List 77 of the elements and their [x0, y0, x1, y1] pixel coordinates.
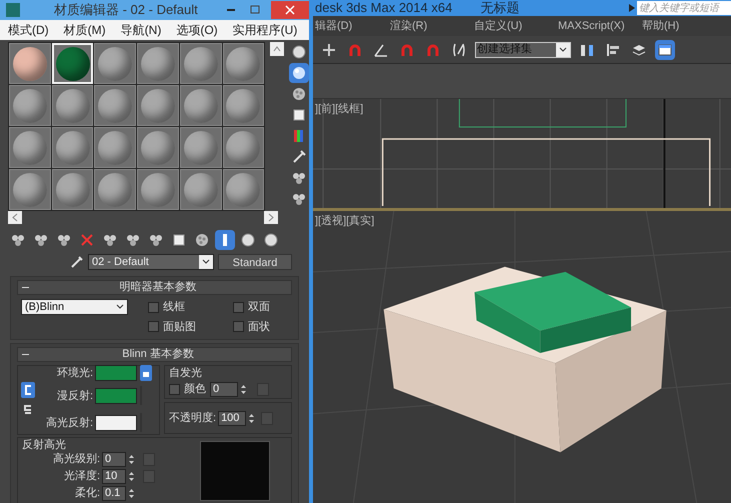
spinner-arrows-icon[interactable] — [240, 382, 247, 396]
spinner-arrows-icon[interactable] — [248, 412, 256, 424]
menu-item[interactable]: MAXScript(X) — [558, 18, 642, 34]
front-viewport[interactable]: ][前][线框] — [313, 99, 731, 211]
checkbox[interactable] — [232, 302, 244, 313]
close-button[interactable] — [271, 1, 309, 19]
number-field[interactable]: 100 — [218, 410, 246, 426]
maximize-icon[interactable] — [249, 4, 261, 16]
number-field[interactable]: 0.1 — [102, 486, 126, 501]
checkbox-label: 颜色 — [184, 382, 206, 397]
menu-item[interactable]: 模式(D) — [8, 21, 49, 39]
color-label: 环境光: — [56, 366, 93, 381]
scroll-up-icon[interactable] — [270, 42, 284, 56]
viewport-label[interactable]: ][透视][真实] — [315, 213, 374, 230]
material-name: 02 - Default — [91, 254, 150, 270]
checkbox-label: 线框 — [162, 300, 185, 315]
chevron-down-icon — [559, 46, 567, 52]
checkbox[interactable] — [169, 384, 180, 395]
menu-item[interactable]: 帮助(H) — [642, 18, 726, 34]
checkbox[interactable] — [148, 302, 159, 313]
checkbox[interactable] — [232, 321, 244, 332]
spinner-arrows-icon[interactable] — [128, 470, 135, 483]
checkbox-label: 面贴图 — [162, 320, 196, 334]
number-field[interactable]: 0 — [102, 452, 126, 467]
menu-item[interactable]: 辑器(D) — [315, 18, 390, 34]
menu-item[interactable]: 选项(O) — [176, 21, 218, 39]
eyedropper-icon[interactable] — [70, 255, 84, 269]
document-title: 无标题 — [480, 0, 520, 18]
menu-item[interactable]: 自定义(U) — [474, 18, 558, 34]
spinner-arrows-icon[interactable] — [128, 453, 135, 466]
color-swatch[interactable] — [95, 365, 137, 381]
selection-set-name: 创建选择集 — [476, 42, 532, 58]
number-field[interactable]: 0 — [210, 382, 238, 397]
opacity-label: 不透明度: — [169, 410, 216, 426]
material-name-dropdown[interactable]: 02 - Default — [88, 254, 214, 270]
window-icon[interactable] — [655, 40, 675, 60]
field-label: 柔化: — [74, 486, 100, 502]
menu-item[interactable]: 渲染(R) — [390, 18, 474, 34]
menu-item[interactable]: 导航(N) — [120, 21, 162, 39]
perspective-viewport[interactable]: ][透视][真实] — [313, 211, 731, 503]
bar-icon[interactable] — [215, 230, 235, 250]
chevron-down-icon — [202, 259, 210, 265]
caret-icon — [629, 4, 635, 12]
checkbox-label: 双面 — [248, 300, 270, 315]
group-title: 反射高光 — [22, 439, 67, 451]
color-swatch[interactable] — [95, 415, 137, 432]
color-label: 高光反射: — [44, 416, 93, 431]
search-field[interactable]: 键入关键字或短语 — [637, 1, 731, 15]
chevron-down-icon — [116, 304, 124, 310]
scroll-right-icon[interactable] — [264, 211, 278, 224]
minus-icon[interactable] — [22, 284, 29, 291]
window-title: desk 3ds Max 2014 x64 — [315, 0, 452, 18]
menu-item[interactable]: 实用程序(U) — [232, 21, 298, 39]
color-swatch[interactable] — [95, 388, 137, 404]
rollout-header[interactable]: 明暗器基本参数 — [17, 280, 292, 295]
shader-dropdown[interactable]: (B)Blinn — [21, 299, 128, 315]
viewport-label[interactable]: ][前][线框] — [315, 101, 364, 118]
rollout-title: Blinn 基本参数 — [121, 347, 195, 362]
group-title: 自发光 — [169, 367, 203, 379]
shader-name: (B)Blinn — [25, 300, 64, 315]
color-label: 漫反射: — [56, 389, 93, 404]
highlight-curve-preview — [200, 441, 270, 501]
material-type-button[interactable]: Standard — [218, 254, 292, 270]
field-label: 高光级别: — [52, 452, 100, 468]
window-title: 材质编辑器 - 02 - Default — [54, 1, 198, 20]
number-field[interactable]: 10 — [102, 469, 126, 484]
minus-icon[interactable] — [22, 351, 29, 358]
scroll-left-icon[interactable] — [8, 211, 22, 224]
rollout-title: 明暗器基本参数 — [118, 280, 198, 296]
app-logo-icon — [6, 3, 20, 17]
checkbox[interactable] — [148, 321, 159, 332]
rollout-header[interactable]: Blinn 基本参数 — [17, 347, 292, 362]
spinner-arrows-icon[interactable] — [128, 487, 135, 500]
menu-item[interactable]: 材质(M) — [64, 21, 106, 39]
field-label: 光泽度: — [62, 468, 100, 484]
checkbox-label: 面状 — [248, 320, 270, 334]
close-icon[interactable] — [285, 5, 295, 15]
